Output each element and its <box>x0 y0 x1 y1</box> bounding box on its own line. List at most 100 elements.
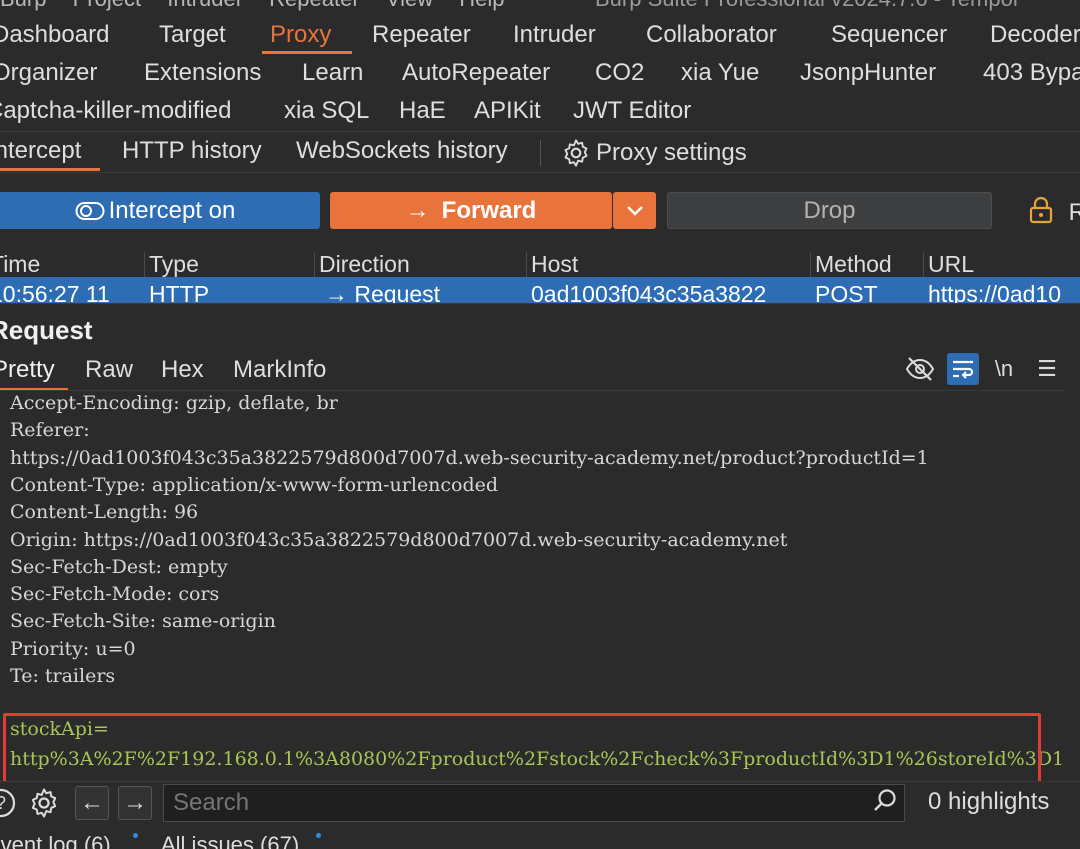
subtab-websockets-history[interactable]: WebSockets history <box>296 137 508 165</box>
forward-options-button[interactable] <box>613 192 656 229</box>
toggle-icon <box>75 201 105 220</box>
chevron-down-icon <box>626 205 643 216</box>
header-line: Origin: https://0ad1003f043c35a3822579d8… <box>10 529 787 551</box>
menu-help[interactable]: Help <box>459 0 504 11</box>
tab-repeater[interactable]: Repeater <box>372 21 471 49</box>
request-panel: Request Pretty Raw Hex MarkInfo \n ☰ Acc… <box>0 303 1080 782</box>
tab-jwt-editor[interactable]: JWT Editor <box>573 97 691 125</box>
tab-proxy[interactable]: Proxy <box>270 21 331 49</box>
tab-extensions[interactable]: Extensions <box>144 59 261 87</box>
tab-autorepeater[interactable]: AutoRepeater <box>402 59 550 87</box>
arrow-left-icon: ← <box>80 789 104 816</box>
subtab-http-history[interactable]: HTTP history <box>122 137 262 165</box>
col-url[interactable]: URL <box>928 251 974 277</box>
subtab-divider <box>540 140 541 166</box>
tab-apikit[interactable]: APIKit <box>474 97 541 125</box>
menu-bar: Burp Project Intruder Repeater View Help… <box>0 0 1080 11</box>
divider <box>0 390 1065 391</box>
main-tabs-row-1: Dashboard Target Proxy Repeater Intruder… <box>0 17 1080 55</box>
header-name: Sec-Fetch-Dest: <box>10 555 162 578</box>
tab-target[interactable]: Target <box>159 21 226 49</box>
tab-decoder[interactable]: Decoder <box>990 21 1080 49</box>
tab-organizer[interactable]: Organizer <box>0 59 97 87</box>
wrap-icon <box>953 360 974 379</box>
header-name: Content-Type: <box>10 473 146 496</box>
header-value: u=0 <box>89 637 136 660</box>
col-host[interactable]: Host <box>531 251 578 277</box>
menu-project[interactable]: Project <box>73 0 141 11</box>
tab-403-bypass[interactable]: 403 Bypa <box>983 59 1080 87</box>
main-tabs-row-2: Organizer Extensions Learn AutoRepeater … <box>0 55 1080 93</box>
subtab-intercept[interactable]: Intercept <box>0 137 81 165</box>
search-input[interactable] <box>163 784 905 822</box>
newline-toggle-button[interactable]: \n <box>988 353 1020 385</box>
header-line: Priority: u=0 <box>10 638 136 660</box>
tab-captcha-killer[interactable]: Captcha-killer-modified <box>0 97 231 125</box>
menu-burp[interactable]: Burp <box>0 0 46 11</box>
drop-button[interactable]: Drop <box>667 192 992 229</box>
header-value: https://0ad1003f043c35a3822579d800d7007d… <box>77 528 788 551</box>
tab-sequencer[interactable]: Sequencer <box>831 21 947 49</box>
notification-dot <box>133 833 138 838</box>
tab-hae[interactable]: HaE <box>399 97 446 125</box>
eye-slash-icon <box>905 357 935 381</box>
tab-learn[interactable]: Learn <box>302 59 363 87</box>
tab-jsonphunter[interactable]: JsonpHunter <box>800 59 936 87</box>
menu-repeater[interactable]: Repeater <box>269 0 360 11</box>
proxy-settings-label: Proxy settings <box>596 139 747 166</box>
tab-xia-sql[interactable]: xia SQL <box>284 97 369 125</box>
cell-method: POST <box>815 281 878 303</box>
col-direction[interactable]: Direction <box>319 251 410 277</box>
request-title: Request <box>0 315 93 345</box>
header-name: Origin: <box>10 528 78 551</box>
wrap-lines-button[interactable] <box>947 353 979 385</box>
cell-url: https://0ad10 <box>928 281 1061 303</box>
tab-hex[interactable]: Hex <box>161 356 204 384</box>
notification-dot <box>316 833 321 838</box>
header-line: Sec-Fetch-Dest: empty <box>10 556 228 578</box>
header-name: Te: <box>10 665 39 687</box>
menu-view[interactable]: View <box>386 0 433 11</box>
next-match-button[interactable]: → <box>118 786 152 820</box>
tab-event-log[interactable]: Event log (6) <box>0 832 111 849</box>
header-name: Referer: <box>10 419 90 442</box>
header-value: empty <box>161 555 228 578</box>
forward-button[interactable]: → Forward <box>330 192 612 229</box>
search-icon[interactable] <box>872 788 898 821</box>
settings-icon[interactable] <box>27 786 61 820</box>
col-method[interactable]: Method <box>815 251 892 277</box>
active-subtab-indicator <box>0 168 100 171</box>
bottom-status-tabs: Event log (6) All issues (67) <box>0 825 1080 849</box>
header-line: Referer: <box>10 419 90 441</box>
help-icon[interactable]: ? <box>0 786 18 820</box>
tab-pretty[interactable]: Pretty <box>0 356 55 384</box>
tab-markinfo[interactable]: MarkInfo <box>233 356 326 384</box>
svg-text:?: ? <box>0 793 6 813</box>
col-type[interactable]: Type <box>149 251 199 277</box>
tab-raw[interactable]: Raw <box>85 356 133 384</box>
hide-nonprintable-button[interactable] <box>904 353 936 385</box>
subtab-proxy-settings[interactable]: Proxy settings <box>560 137 747 169</box>
header-value: trailers <box>38 665 116 687</box>
tab-xia-yue[interactable]: xia Yue <box>681 59 759 87</box>
table-row[interactable]: 10:56:27 11 HTTP → Request 0ad1003f043c3… <box>0 277 1080 303</box>
header-name: Sec-Fetch-Site: <box>10 610 157 633</box>
tab-co2[interactable]: CO2 <box>595 59 644 87</box>
header-line: https://0ad1003f043c35a3822579d800d7007d… <box>10 447 929 469</box>
proxy-subtabs: Intercept HTTP history WebSockets histor… <box>0 131 1080 173</box>
cell-direction: → Request <box>325 281 440 303</box>
previous-match-button[interactable]: ← <box>75 786 109 820</box>
tab-collaborator[interactable]: Collaborator <box>646 21 777 49</box>
intercept-toggle-button[interactable]: Intercept on <box>0 192 320 229</box>
tab-all-issues[interactable]: All issues (67) <box>161 832 299 849</box>
active-tab-indicator <box>262 51 352 54</box>
col-time[interactable]: Time <box>0 251 40 277</box>
menu-intruder[interactable]: Intruder <box>167 0 243 11</box>
drop-label: Drop <box>803 196 856 224</box>
tab-dashboard[interactable]: Dashboard <box>0 21 109 49</box>
tab-intruder[interactable]: Intruder <box>513 21 596 49</box>
forward-label: Forward <box>441 196 537 224</box>
open-browser-button[interactable]: R <box>1028 196 1080 227</box>
menu-icon[interactable]: ☰ <box>1031 353 1063 385</box>
header-value: gzip, deflate, br <box>179 392 338 414</box>
